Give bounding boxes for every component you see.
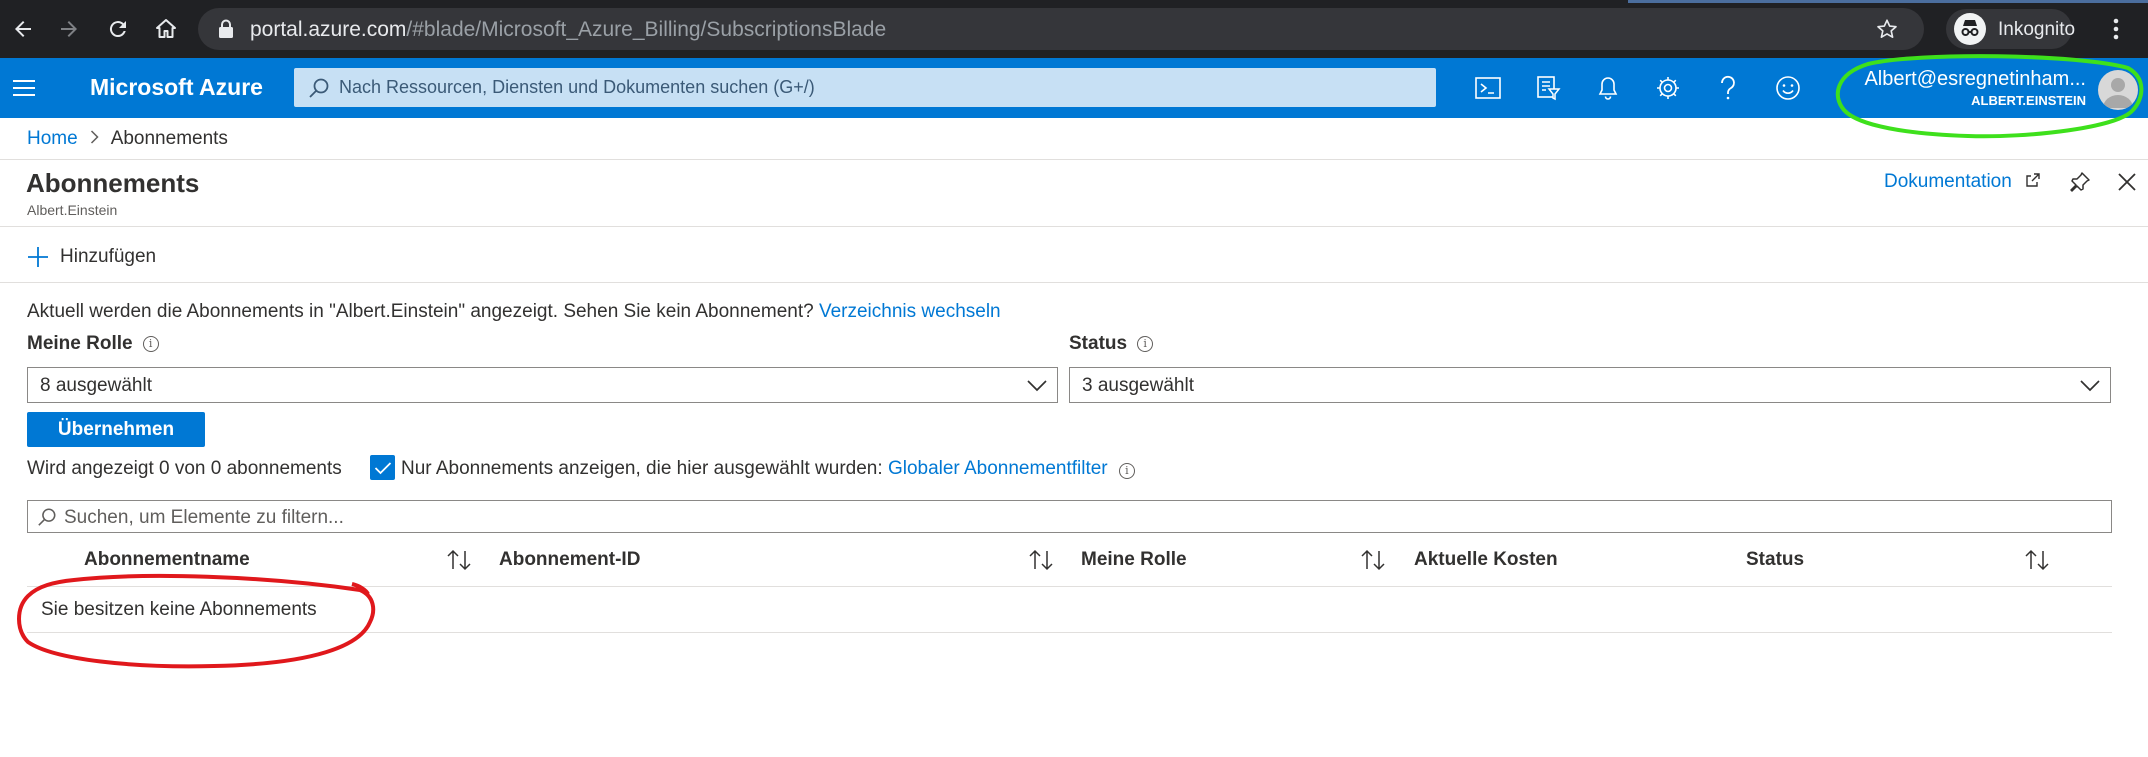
chevron-right-icon (90, 128, 99, 150)
divider (0, 282, 2148, 283)
green-highlight-annotation (1835, 54, 2144, 139)
chevron-down-icon (2080, 376, 2100, 394)
divider (0, 226, 2148, 227)
divider (0, 159, 2148, 160)
directory-info: Aktuell werden die Abonnements in "Alber… (27, 301, 1001, 323)
status-filter-dropdown[interactable]: 3 ausgewählt (1069, 367, 2111, 403)
showing-count: Wird angezeigt 0 von 0 abonnements (27, 458, 342, 479)
close-icon[interactable] (2117, 172, 2137, 192)
bookmark-star-icon[interactable] (1876, 18, 1898, 40)
search-icon (308, 77, 330, 99)
external-link-icon (2025, 172, 2041, 188)
address-url: portal.azure.com/#blade/Microsoft_Azure_… (250, 18, 886, 42)
breadcrumb: Home Abonnements (27, 128, 228, 150)
forward-icon[interactable] (52, 12, 86, 46)
column-header-subscription-name[interactable]: Abonnementname (84, 549, 250, 571)
breadcrumb-current: Abonnements (110, 128, 228, 149)
directory-info-text: Aktuell werden die Abonnements in "Alber… (27, 301, 814, 322)
red-highlight-annotation (17, 573, 376, 669)
incognito-badge[interactable]: Inkognito (1946, 9, 2076, 49)
sort-icon[interactable] (1028, 548, 1054, 572)
incognito-label: Inkognito (1998, 19, 2076, 40)
selected-only-label: Nur Abonnements anzeigen, die hier ausge… (401, 458, 1135, 480)
chevron-down-icon (1027, 376, 1047, 394)
role-filter-value: 8 ausgewählt (40, 375, 152, 396)
back-icon[interactable] (6, 12, 40, 46)
documentation-link[interactable]: Dokumentation (1884, 171, 2041, 193)
documentation-label: Dokumentation (1884, 171, 2012, 192)
info-icon[interactable]: i (142, 336, 159, 352)
search-icon (37, 507, 57, 527)
page-title: Abonnements (26, 168, 200, 198)
info-icon[interactable]: i (1137, 336, 1154, 352)
browser-menu-icon[interactable] (2099, 12, 2133, 46)
url-path: /#blade/Microsoft_Azure_Billing/Subscrip… (406, 18, 887, 41)
incognito-icon (1954, 13, 1986, 45)
info-icon[interactable]: i (1118, 463, 1135, 479)
sort-icon[interactable] (1360, 548, 1386, 572)
cloud-shell-icon[interactable] (1472, 72, 1504, 104)
checkmark-icon (374, 461, 391, 474)
role-filter-label: Meine Rolle i (27, 333, 159, 355)
apply-button[interactable]: Übernehmen (27, 412, 205, 447)
status-filter-label-text: Status (1069, 333, 1128, 354)
table-filter-input[interactable]: Suchen, um Elemente zu filtern... (27, 500, 2112, 533)
add-button-label: Hinzufügen (60, 246, 157, 267)
hamburger-menu-icon[interactable] (13, 79, 35, 97)
table-filter-placeholder: Suchen, um Elemente zu filtern... (64, 507, 344, 528)
global-search-input[interactable]: Nach Ressourcen, Diensten und Dokumenten… (294, 68, 1436, 107)
directory-filter-icon[interactable] (1532, 72, 1564, 104)
breadcrumb-home[interactable]: Home (27, 128, 78, 149)
notifications-bell-icon[interactable] (1592, 72, 1624, 104)
status-filter-label: Status i (1069, 333, 1154, 355)
global-subscription-filter-link[interactable]: Globaler Abonnementfilter (888, 458, 1108, 479)
sort-icon[interactable] (2024, 548, 2050, 572)
home-icon[interactable] (149, 12, 183, 46)
plus-icon (26, 245, 50, 269)
selected-only-label-text: Nur Abonnements anzeigen, die hier ausge… (401, 458, 883, 479)
address-bar[interactable]: portal.azure.com/#blade/Microsoft_Azure_… (198, 8, 1924, 50)
column-header-current-costs[interactable]: Aktuelle Kosten (1414, 549, 1558, 571)
tab-strip-edge (1628, 0, 2148, 3)
help-question-icon[interactable] (1712, 72, 1744, 104)
switch-directory-link[interactable]: Verzeichnis wechseln (819, 301, 1001, 322)
feedback-smiley-icon[interactable] (1772, 72, 1804, 104)
url-host: portal.azure.com (250, 18, 407, 41)
status-filter-value: 3 ausgewählt (1082, 375, 1194, 396)
search-placeholder: Nach Ressourcen, Diensten und Dokumenten… (339, 77, 815, 97)
column-header-subscription-id[interactable]: Abonnement-ID (499, 549, 640, 571)
column-header-my-role[interactable]: Meine Rolle (1081, 549, 1187, 571)
pin-icon[interactable] (2068, 170, 2092, 194)
selected-only-checkbox[interactable] (370, 455, 395, 480)
sort-icon[interactable] (446, 548, 472, 572)
role-filter-dropdown[interactable]: 8 ausgewählt (27, 367, 1058, 403)
settings-gear-icon[interactable] (1652, 72, 1684, 104)
browser-toolbar: portal.azure.com/#blade/Microsoft_Azure_… (0, 0, 2148, 58)
page-subtitle: Albert.Einstein (27, 202, 118, 218)
reload-icon[interactable] (101, 12, 135, 46)
brand-title[interactable]: Microsoft Azure (90, 74, 263, 101)
add-button[interactable]: Hinzufügen (26, 242, 156, 272)
lock-icon[interactable] (218, 19, 234, 39)
column-header-status[interactable]: Status (1746, 549, 1804, 571)
role-filter-label-text: Meine Rolle (27, 333, 133, 354)
azure-header: Microsoft Azure Nach Ressourcen, Dienste… (0, 58, 2148, 118)
